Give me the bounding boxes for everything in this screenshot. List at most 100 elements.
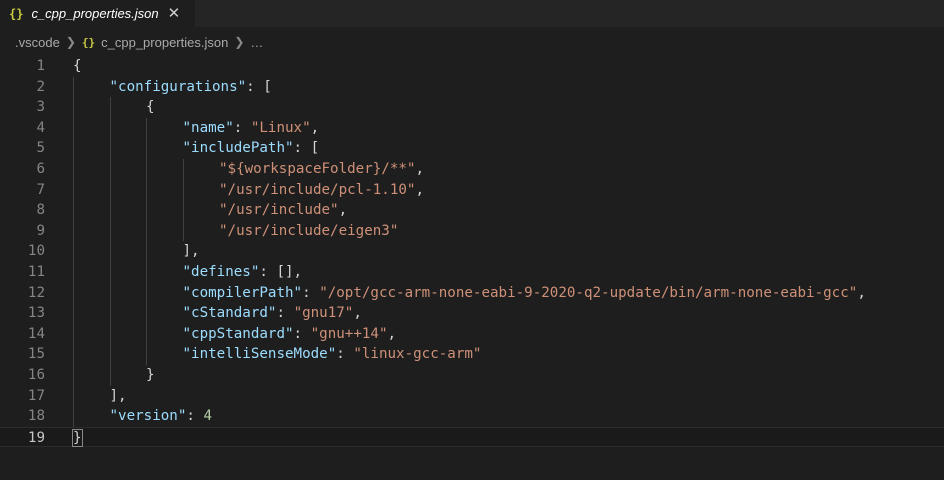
line-number: 7 bbox=[36, 181, 45, 198]
json-key: "includePath" bbox=[182, 140, 294, 157]
json-punctuation: : [], bbox=[259, 264, 303, 280]
json-string: "/usr/include/eigen3" bbox=[219, 222, 399, 239]
json-key: "name" bbox=[182, 119, 234, 136]
code-line[interactable]: 5 "includePath": [ bbox=[0, 138, 944, 159]
json-number: 4 bbox=[203, 408, 213, 425]
code-line[interactable]: 13 "cStandard": "gnu17", bbox=[0, 303, 944, 324]
code-text: "configurations": [ bbox=[110, 77, 272, 98]
json-key: "configurations" bbox=[109, 78, 247, 95]
code-text: "intelliSenseMode": "linux-gcc-arm" bbox=[183, 344, 482, 365]
code-text: "${workspaceFolder}/**", bbox=[219, 159, 424, 180]
json-string: "${workspaceFolder}/**" bbox=[219, 161, 416, 177]
close-icon[interactable]: ✕ bbox=[168, 6, 181, 21]
code-text: { bbox=[146, 97, 155, 118]
json-file-icon: {} bbox=[9, 6, 24, 21]
code-text: "/usr/include/pcl-1.10", bbox=[219, 180, 424, 201]
json-punctuation: : [ bbox=[246, 78, 272, 95]
json-punctuation: , bbox=[415, 181, 425, 198]
line-number: 1 bbox=[36, 58, 45, 74]
line-number: 15 bbox=[27, 346, 45, 363]
code-text: "name": "Linux", bbox=[183, 118, 320, 139]
code-line[interactable]: 2 "configurations": [ bbox=[0, 77, 944, 98]
line-number: 9 bbox=[36, 222, 45, 239]
line-number: 11 bbox=[27, 264, 45, 280]
code-text: ], bbox=[183, 241, 200, 262]
indent-guide bbox=[109, 97, 111, 386]
line-number: 14 bbox=[27, 325, 45, 342]
code-text: "/usr/include/eigen3" bbox=[219, 221, 398, 242]
line-number: 13 bbox=[27, 305, 45, 322]
json-punctuation: , bbox=[857, 284, 866, 301]
indent-guide bbox=[182, 159, 184, 242]
json-punctuation: : bbox=[233, 119, 251, 136]
line-number: 3 bbox=[36, 99, 45, 116]
code-line[interactable]: 17], bbox=[0, 386, 944, 407]
code-text: ], bbox=[110, 386, 127, 407]
json-punctuation: : bbox=[293, 325, 311, 342]
tab-label: c_cpp_properties.json bbox=[31, 6, 159, 21]
code-text: { bbox=[73, 56, 82, 77]
json-punctuation: : bbox=[276, 305, 294, 322]
code-editor[interactable]: 1{2 "configurations": [3{4 "name": "Linux"… bbox=[0, 54, 944, 480]
breadcrumb-folder[interactable]: .vscode bbox=[15, 35, 60, 50]
code-text: } bbox=[72, 428, 83, 449]
json-string: "/usr/include/pcl-1.10" bbox=[219, 181, 416, 198]
json-string: "/usr/include" bbox=[219, 202, 339, 219]
json-punctuation: , bbox=[338, 202, 348, 219]
json-punctuation: , bbox=[353, 305, 362, 322]
breadcrumb-symbols[interactable]: … bbox=[250, 35, 263, 50]
code-line[interactable]: 3{ bbox=[0, 97, 944, 118]
json-punctuation: { bbox=[146, 99, 155, 116]
line-number: 17 bbox=[27, 387, 45, 404]
code-line[interactable]: 15 "intelliSenseMode": "linux-gcc-arm" bbox=[0, 344, 944, 365]
chevron-right-icon: ❯ bbox=[234, 35, 245, 49]
line-number: 4 bbox=[36, 119, 45, 136]
json-punctuation: : bbox=[302, 284, 320, 301]
code-text: "includePath": [ bbox=[183, 138, 320, 159]
code-text: } bbox=[146, 365, 155, 386]
json-punctuation: { bbox=[73, 58, 82, 74]
code-line[interactable]: 16} bbox=[0, 365, 944, 386]
code-line[interactable]: 10], bbox=[0, 241, 944, 262]
code-line[interactable]: 18 "version": 4 bbox=[0, 406, 944, 427]
code-line[interactable]: 8 "/usr/include", bbox=[0, 200, 944, 221]
line-number: 12 bbox=[27, 284, 45, 301]
code-line[interactable]: 4 "name": "Linux", bbox=[0, 118, 944, 139]
code-text: "cppStandard": "gnu++14", bbox=[183, 324, 397, 345]
json-punctuation: } bbox=[72, 428, 83, 447]
json-key: "cppStandard" bbox=[182, 325, 294, 342]
json-punctuation: } bbox=[146, 367, 155, 383]
indent-guide bbox=[73, 76, 74, 427]
json-key: "cStandard" bbox=[182, 305, 277, 322]
line-number: 6 bbox=[36, 161, 45, 177]
code-line[interactable]: 9 "/usr/include/eigen3" bbox=[0, 221, 944, 242]
tab-c-cpp-properties[interactable]: {} c_cpp_properties.json ✕ bbox=[0, 0, 195, 27]
code-line[interactable]: 1{ bbox=[0, 56, 944, 77]
json-key: "defines" bbox=[182, 264, 260, 280]
line-number: 10 bbox=[27, 243, 45, 260]
breadcrumb-file[interactable]: c_cpp_properties.json bbox=[101, 35, 228, 50]
code-line[interactable]: 6 "${workspaceFolder}/**", bbox=[0, 159, 944, 180]
json-punctuation: , bbox=[387, 325, 397, 342]
breadcrumb: .vscode ❯ {} c_cpp_properties.json ❯ … bbox=[0, 30, 944, 54]
json-punctuation: : bbox=[336, 346, 354, 363]
line-number: 18 bbox=[27, 408, 45, 425]
code-line[interactable]: 7 "/usr/include/pcl-1.10", bbox=[0, 180, 944, 201]
code-line[interactable]: 11 "defines": [], bbox=[0, 262, 944, 283]
json-string: "gnu17" bbox=[293, 305, 354, 322]
json-string: "Linux" bbox=[250, 119, 311, 136]
code-text: "defines": [], bbox=[183, 262, 303, 283]
line-number: 19 bbox=[27, 429, 45, 446]
json-punctuation: , bbox=[415, 161, 425, 177]
json-punctuation: : [ bbox=[293, 140, 320, 157]
line-number: 8 bbox=[36, 202, 45, 219]
code-line[interactable]: 14 "cppStandard": "gnu++14", bbox=[0, 324, 944, 345]
json-file-icon: {} bbox=[81, 35, 96, 49]
line-number: 2 bbox=[36, 78, 45, 95]
code-line[interactable]: 19} bbox=[0, 426, 944, 449]
json-punctuation: ], bbox=[109, 387, 127, 404]
code-line[interactable]: 12 "compilerPath": "/opt/gcc-arm-none-eab… bbox=[0, 283, 944, 304]
json-string: "gnu++14" bbox=[310, 325, 388, 342]
line-number: 16 bbox=[27, 367, 45, 383]
json-punctuation: ], bbox=[182, 243, 200, 260]
